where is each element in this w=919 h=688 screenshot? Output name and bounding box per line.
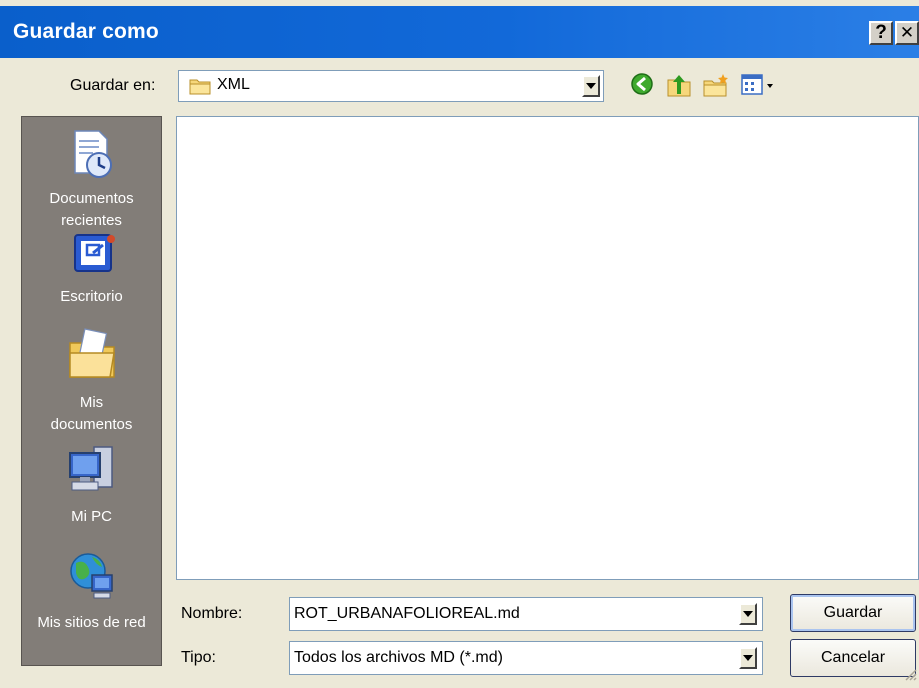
file-type-value: Todos los archivos MD (*.md) (294, 649, 503, 666)
new-folder-icon[interactable] (702, 72, 730, 103)
place-label: recientes (61, 212, 122, 229)
place-label: Escritorio (60, 288, 123, 305)
desktop-icon (22, 231, 161, 286)
up-folder-icon[interactable] (666, 72, 692, 103)
place-recent-documents[interactable]: Documentos recientes (22, 127, 161, 232)
place-label: Mi PC (71, 508, 112, 525)
network-places-icon (22, 549, 161, 612)
help-button[interactable]: ? (869, 21, 893, 45)
chevron-down-icon (586, 83, 596, 89)
place-label: Mis (79, 394, 104, 411)
file-type-dropdown-button[interactable] (739, 647, 757, 669)
help-icon: ? (875, 22, 887, 43)
title-bar[interactable]: Guardar como ? ✕ (0, 6, 919, 58)
place-my-computer[interactable]: Mi PC (22, 443, 161, 528)
back-icon[interactable] (630, 72, 654, 101)
place-desktop[interactable]: Escritorio (22, 231, 161, 308)
place-label: Mis sitios de red (37, 614, 146, 631)
view-menu-icon[interactable] (740, 72, 780, 103)
save-in-dropdown-button[interactable] (582, 75, 600, 97)
recent-documents-icon (22, 127, 161, 188)
save-in-combobox[interactable]: XML (178, 70, 604, 102)
folder-icon (189, 77, 211, 100)
place-my-documents[interactable]: Mis documentos (22, 325, 161, 436)
my-computer-icon (22, 443, 161, 506)
file-name-label: Nombre: (181, 605, 243, 622)
place-my-network-places[interactable]: Mis sitios de red (22, 549, 161, 634)
file-name-dropdown-button[interactable] (739, 603, 757, 625)
places-bar: Documentos recientes Escritorio Mis docu… (21, 116, 162, 666)
close-button[interactable]: ✕ (895, 21, 919, 45)
cancel-button[interactable]: Cancelar (790, 639, 916, 677)
chevron-down-icon (743, 611, 753, 617)
file-name-combobox[interactable]: ROT_URBANAFOLIOREAL.md (289, 597, 763, 631)
save-button[interactable]: Guardar (790, 594, 916, 632)
file-type-label: Tipo: (181, 649, 216, 666)
file-name-input[interactable]: ROT_URBANAFOLIOREAL.md (294, 605, 520, 623)
save-as-dialog: Guardar como ? ✕ Guardar en: XML Documen… (0, 0, 919, 688)
file-list[interactable] (176, 116, 919, 580)
window-title: Guardar como (13, 20, 159, 43)
close-icon: ✕ (899, 23, 915, 42)
save-in-value: XML (217, 76, 250, 93)
resize-grip-icon[interactable] (903, 667, 917, 686)
chevron-down-icon (743, 655, 753, 661)
my-documents-icon (22, 325, 161, 392)
place-label: documentos (50, 416, 133, 433)
file-type-combobox[interactable]: Todos los archivos MD (*.md) (289, 641, 763, 675)
save-in-label: Guardar en: (70, 77, 156, 94)
place-label: Documentos (49, 190, 134, 207)
